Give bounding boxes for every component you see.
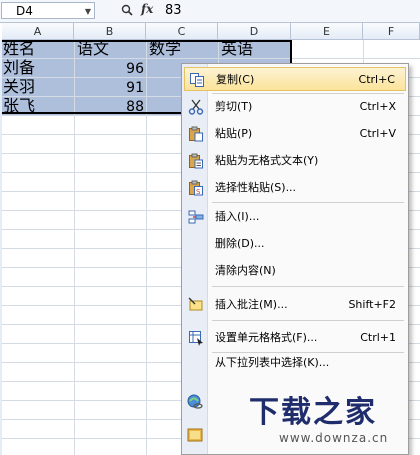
menu-item-label: 插入批注(M)...	[215, 298, 288, 311]
menu-item-label: 从下拉列表中选择(K)...	[215, 356, 330, 369]
column-header-b[interactable]: B	[74, 23, 146, 40]
menu-separator	[212, 93, 404, 94]
menu-item-label: 设置单元格格式(F)...	[215, 331, 318, 344]
picture-icon[interactable]	[187, 426, 203, 442]
cell-a2[interactable]: 刘备	[3, 59, 35, 77]
column-header-c[interactable]: C	[146, 23, 218, 40]
menu-item-cut[interactable]: 剪切(T) Ctrl+X	[184, 95, 406, 119]
watermark-title: 下载之家	[249, 395, 377, 430]
menu-item-clear-contents[interactable]: 清除内容(N)	[184, 259, 406, 283]
menu-item-insert-comment[interactable]: 插入批注(M)... Shift+F2	[184, 293, 406, 317]
function-icon[interactable]: fx	[141, 2, 153, 16]
paste-icon	[189, 126, 203, 142]
menu-item-delete[interactable]: 删除(D)...	[184, 232, 406, 256]
name-box[interactable]: D4 ▼	[1, 2, 95, 19]
svg-text:S: S	[196, 188, 201, 196]
menu-item-copy[interactable]: 复制(C) Ctrl+C	[184, 67, 406, 91]
menu-item-label: 粘贴(P)	[215, 127, 253, 140]
menu-item-label: 删除(D)...	[215, 237, 265, 250]
column-header-e[interactable]: E	[291, 23, 363, 40]
column-header-d[interactable]: D	[218, 23, 291, 40]
paste-text-icon	[189, 153, 203, 169]
cell-d1[interactable]: 英语	[221, 40, 253, 58]
menu-item-shortcut: Ctrl+C	[358, 73, 395, 86]
menu-item-label: 选择性粘贴(S)...	[215, 181, 297, 194]
menu-separator	[212, 352, 404, 353]
menu-item-label: 剪切(T)	[215, 100, 253, 113]
menu-item-label: 粘贴为无格式文本(Y)	[215, 154, 319, 167]
name-box-value: D4	[16, 4, 33, 18]
menu-item-paste-special[interactable]: S 选择性粘贴(S)...	[184, 176, 406, 200]
menu-item-shortcut: Ctrl+X	[359, 100, 396, 113]
menu-item-label: 复制(C)	[216, 73, 255, 86]
format-cells-icon	[189, 331, 203, 346]
menu-separator	[212, 286, 404, 287]
cell-c1[interactable]: 数学	[149, 40, 181, 58]
copy-icon	[190, 73, 204, 87]
cell-b1[interactable]: 语文	[77, 40, 109, 58]
menu-item-paste-plain-text[interactable]: 粘贴为无格式文本(Y)	[184, 149, 406, 173]
zoom-icon[interactable]	[121, 4, 133, 16]
menu-separator	[212, 202, 404, 203]
menu-item-pick-from-list[interactable]: 从下拉列表中选择(K)...	[184, 355, 406, 371]
watermark-logo: 下载之家 www.downza.cn	[221, 383, 417, 453]
cell-b3[interactable]: 91	[76, 79, 144, 97]
menu-item-label: 清除内容(N)	[215, 264, 276, 277]
menu-item-shortcut: Shift+F2	[348, 298, 396, 311]
comment-icon	[188, 297, 203, 311]
formula-bar: D4 ▼ fx 83	[0, 0, 420, 23]
menu-separator	[212, 320, 404, 321]
menu-item-shortcut: Ctrl+V	[359, 127, 396, 140]
cell-a4[interactable]: 张飞	[3, 97, 35, 115]
menu-item-paste[interactable]: 粘贴(P) Ctrl+V	[184, 122, 406, 146]
menu-item-shortcut: Ctrl+1	[360, 331, 396, 344]
formula-input[interactable]: 83	[165, 3, 182, 18]
chevron-down-icon[interactable]: ▼	[85, 3, 91, 20]
insert-icon	[188, 210, 204, 224]
menu-item-format-cells[interactable]: 设置单元格格式(F)... Ctrl+1	[184, 326, 406, 350]
paste-special-icon: S	[189, 180, 203, 196]
hyperlink-icon[interactable]	[187, 394, 203, 410]
column-header-a[interactable]: A	[2, 23, 74, 40]
cell-a3[interactable]: 关羽	[3, 78, 35, 96]
menu-item-insert[interactable]: 插入(I)...	[184, 205, 406, 229]
cell-b4[interactable]: 88	[76, 98, 144, 116]
scissors-icon	[188, 99, 204, 115]
menu-item-label: 插入(I)...	[215, 210, 260, 223]
watermark-url: www.downza.cn	[279, 431, 389, 445]
cell-b2[interactable]: 96	[76, 60, 144, 78]
column-header-f[interactable]: F	[363, 23, 420, 40]
cell-a1[interactable]: 姓名	[3, 40, 35, 58]
